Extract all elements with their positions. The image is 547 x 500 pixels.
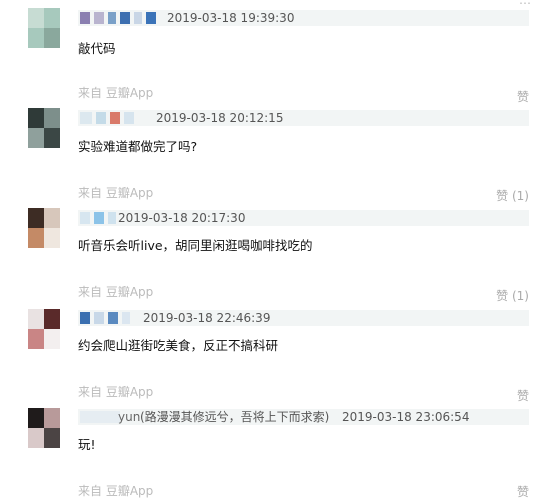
comment-source: 来自 豆瓣App	[78, 285, 154, 299]
like-button[interactable]: 赞	[517, 484, 529, 500]
comment-source: 来自 豆瓣App	[78, 385, 154, 399]
comment-timestamp: 2019-03-18 19:39:30	[167, 11, 295, 25]
more-icon[interactable]: ⋯	[519, 0, 531, 10]
comment-timestamp: 2019-03-18 20:17:30	[118, 211, 246, 225]
username[interactable]	[80, 311, 130, 325]
username[interactable]	[80, 211, 116, 225]
like-button[interactable]: 赞 (1)	[496, 288, 529, 304]
like-button[interactable]: 赞	[517, 89, 529, 105]
comment-text: 玩!	[78, 437, 96, 452]
comment-text: 听音乐会听live，胡同里闲逛喝咖啡找吃的	[78, 238, 313, 253]
username-suffix[interactable]: yun	[118, 409, 140, 425]
like-button[interactable]: 赞 (1)	[496, 188, 529, 204]
avatar[interactable]	[28, 208, 60, 248]
comment-timestamp: 2019-03-18 22:46:39	[143, 311, 271, 325]
comment-source: 来自 豆瓣App	[78, 186, 154, 200]
comment-meta-bar	[78, 110, 529, 126]
comment-timestamp: 2019-03-18 20:12:15	[156, 111, 284, 125]
user-signature: (路漫漫其修远兮，吾将上下而求索)	[140, 410, 330, 424]
avatar[interactable]	[28, 408, 60, 448]
comment-source: 来自 豆瓣App	[78, 86, 154, 100]
like-button[interactable]: 赞	[517, 388, 529, 404]
comment-text: 敲代码	[78, 41, 116, 56]
comment-text: 约会爬山逛街吃美食，反正不搞科研	[78, 338, 279, 353]
avatar[interactable]	[28, 309, 60, 349]
comment-timestamp: 2019-03-18 23:06:54	[342, 410, 470, 424]
avatar[interactable]	[28, 8, 60, 48]
comment-source: 来自 豆瓣App	[78, 484, 154, 498]
avatar[interactable]	[28, 108, 60, 148]
username[interactable]	[80, 410, 120, 424]
username[interactable]	[80, 11, 156, 25]
comment-text: 实验难道都做完了吗?	[78, 139, 198, 154]
username[interactable]	[80, 111, 134, 125]
